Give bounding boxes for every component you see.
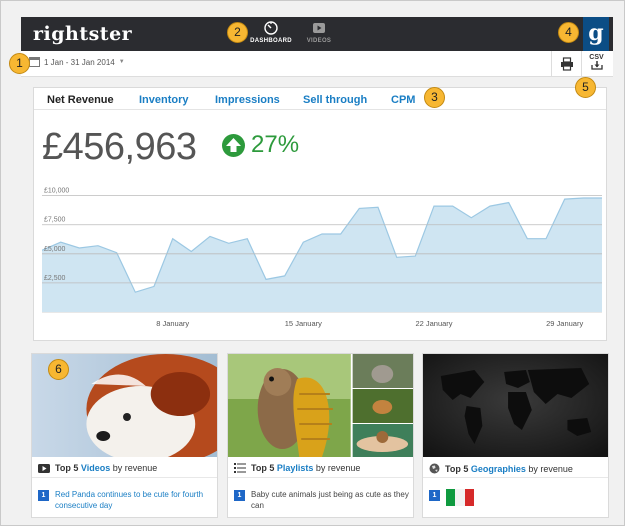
top-videos-heading: Top 5 Videos by revenue [38, 463, 157, 473]
top-playlist-item[interactable]: Baby cute animals just being as cute as … [251, 489, 411, 511]
metric-tabs: Net Revenue Inventory Impressions Sell t… [34, 88, 606, 110]
video-icon [38, 463, 50, 473]
toolbar: 1 Jan - 31 Jan 2014 ▼ CSV [21, 51, 613, 77]
tab-net-revenue[interactable]: Net Revenue [47, 94, 114, 106]
top-bar: rightster DASHBOARD VIDEOS g [21, 17, 613, 51]
print-button[interactable] [551, 51, 581, 77]
top-playlists-prefix: Top 5 [251, 463, 275, 473]
rank-badge: 1 [234, 490, 245, 501]
y-tick-label: £2,500 [44, 275, 66, 282]
top-playlists-link[interactable]: Playlists [277, 463, 314, 473]
nav-videos[interactable]: VIDEOS [289, 20, 349, 44]
top-playlists-suffix: by revenue [315, 463, 361, 473]
callout-marker-4: 4 [558, 22, 579, 43]
dashboard-icon [264, 21, 278, 35]
top-playlists-card[interactable]: Top 5 Playlists by revenue 1 Baby cute a… [227, 353, 414, 518]
playlist-animals-collage [228, 354, 413, 457]
rank-badge: 1 [429, 490, 440, 501]
divider [423, 477, 608, 478]
top-geographies-prefix: Top 5 [445, 463, 469, 474]
csv-export-button[interactable]: CSV [581, 51, 611, 77]
x-tick-label: 22 January [415, 319, 452, 328]
callout-marker-1: 1 [9, 53, 30, 74]
revenue-chart: £10,000 £7,500 £5,000 £2,500 8 January 15 Jan… [42, 188, 602, 328]
top-playlists-heading: Top 5 Playlists by revenue [234, 463, 360, 473]
callout-marker-5: 5 [575, 77, 596, 98]
revenue-panel: Net Revenue Inventory Impressions Sell t… [33, 87, 607, 341]
partner-badge[interactable]: g [583, 17, 609, 51]
video-icon [313, 23, 325, 33]
app-frame: rightster DASHBOARD VIDEOS g 1 Jan - 31 … [0, 0, 625, 526]
x-tick-label: 29 January [546, 319, 583, 328]
globe-icon [429, 463, 440, 474]
chevron-down-icon: ▼ [118, 59, 125, 65]
top-geographies-card[interactable]: Top 5 Geographies by revenue 1 [422, 353, 609, 518]
x-tick-label: 15 January [285, 319, 322, 328]
y-tick-label: £7,500 [44, 217, 66, 224]
italy-flag-icon[interactable] [446, 489, 474, 506]
tab-sell-through[interactable]: Sell through [303, 94, 367, 106]
callout-marker-6: 6 [48, 359, 69, 380]
rank-badge: 1 [38, 490, 49, 501]
top-geographies-heading: Top 5 Geographies by revenue [429, 463, 573, 474]
top-videos-suffix: by revenue [112, 463, 158, 473]
top-geographies-link[interactable]: Geographies [471, 464, 526, 474]
tab-inventory[interactable]: Inventory [139, 94, 189, 106]
revenue-change-percent: 27% [251, 131, 300, 158]
y-tick-label: £5,000 [44, 246, 66, 253]
divider [228, 477, 413, 478]
total-revenue-value: £456,963 [42, 126, 197, 168]
x-tick-label: 8 January [156, 319, 189, 328]
arrow-up-icon [222, 133, 245, 157]
logo[interactable]: rightster [33, 23, 132, 45]
tab-cpm[interactable]: CPM [391, 94, 415, 106]
world-map-image [423, 354, 608, 457]
callout-marker-3: 3 [424, 87, 445, 108]
top-videos-prefix: Top 5 [55, 463, 79, 473]
tab-impressions[interactable]: Impressions [215, 94, 280, 106]
nav-videos-label: VIDEOS [306, 38, 332, 44]
date-range-picker[interactable]: 1 Jan - 31 Jan 2014 ▼ [29, 57, 125, 67]
top-video-item-link[interactable]: Red Panda continues to be cute for fourt… [55, 489, 215, 511]
y-tick-label: £10,000 [44, 188, 69, 195]
revenue-change: 27% [222, 131, 299, 159]
revenue-area [42, 198, 602, 312]
callout-marker-2: 2 [227, 22, 248, 43]
list-icon [234, 463, 246, 473]
csv-label: CSV [589, 54, 604, 61]
top-geographies-suffix: by revenue [528, 463, 573, 474]
date-range-label: 1 Jan - 31 Jan 2014 [44, 57, 115, 67]
download-icon [590, 61, 603, 70]
divider [32, 477, 217, 478]
top-videos-link[interactable]: Videos [81, 463, 110, 473]
print-icon [560, 57, 573, 71]
calendar-icon [29, 57, 40, 67]
